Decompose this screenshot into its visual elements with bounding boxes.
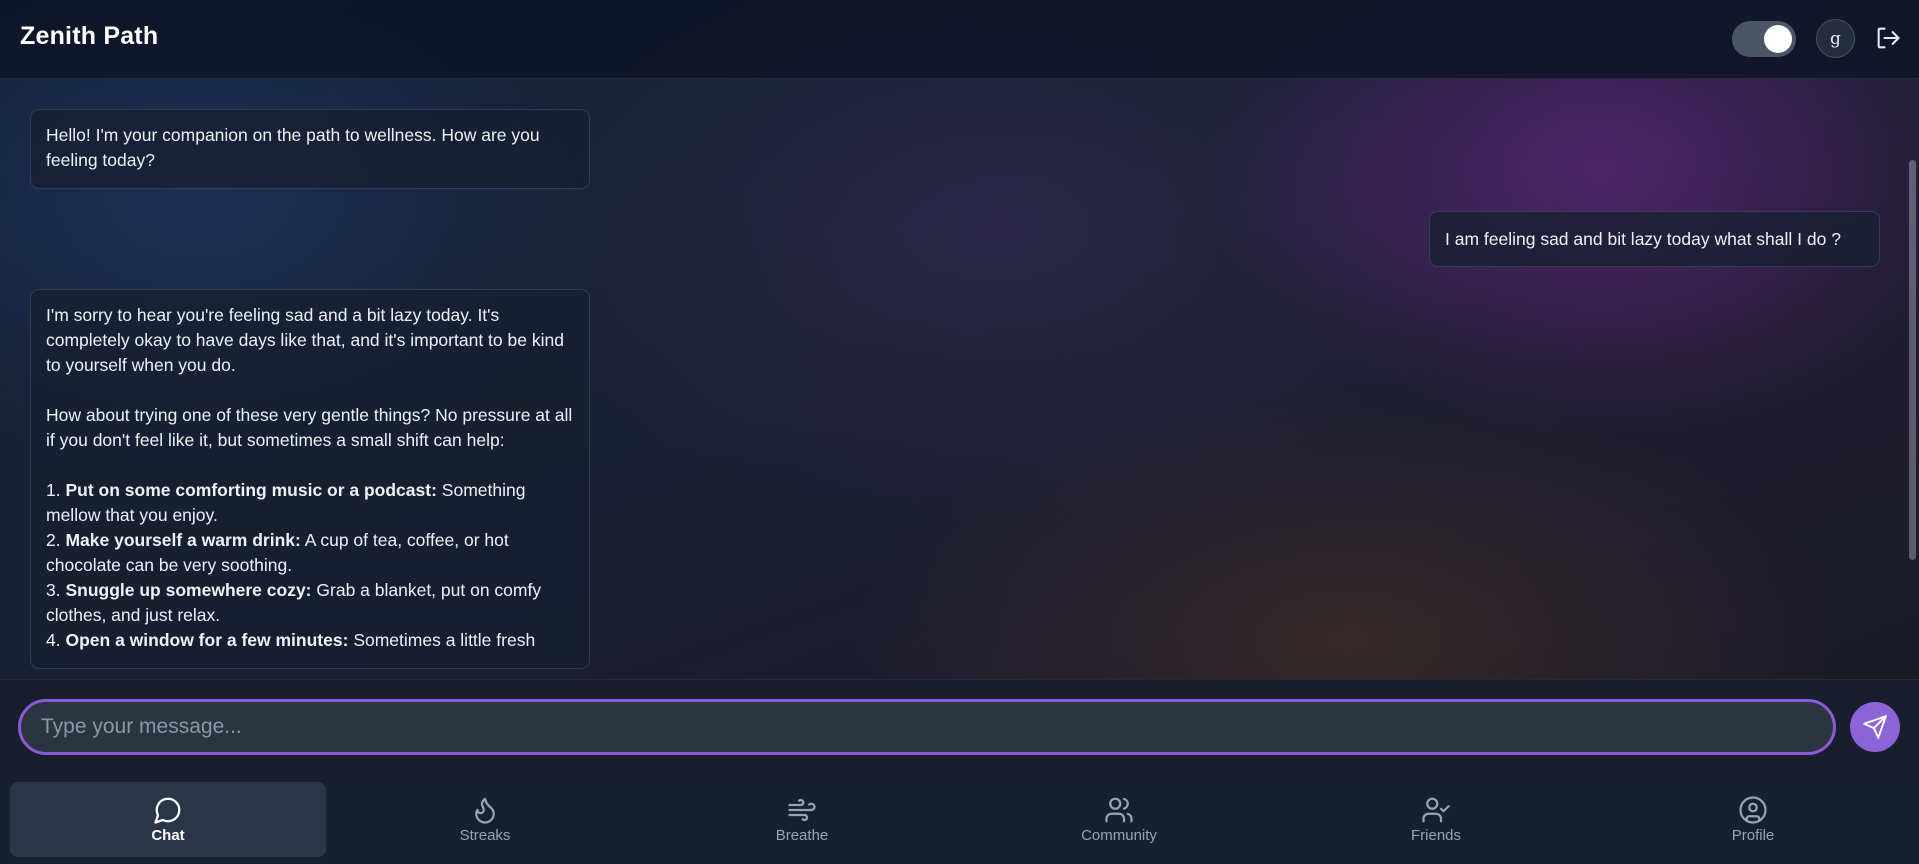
item-title: Open a window for a few minutes:	[65, 630, 349, 650]
item-title: Put on some comforting music or a podcas…	[65, 480, 437, 500]
users-icon	[1105, 797, 1133, 822]
nav-label: Friends	[1410, 826, 1462, 844]
list-item: 2. Make yourself a warm drink: A cup of …	[46, 528, 574, 578]
list-item: 4. Open a window for a few minutes: Some…	[46, 628, 574, 653]
chat-bubble-icon	[154, 797, 181, 824]
chat-area[interactable]: Hello! I'm your companion on the path to…	[0, 79, 1919, 679]
user-message: I am feeling sad and bit lazy today what…	[1429, 211, 1880, 267]
theme-toggle[interactable]	[1732, 21, 1796, 57]
user-check-icon	[1422, 797, 1450, 822]
nav-label: Streaks	[459, 826, 511, 844]
message-paragraph: I'm sorry to hear you're feeling sad and…	[46, 305, 564, 375]
message-text: Hello! I'm your companion on the path to…	[46, 125, 540, 170]
assistant-message: Hello! I'm your companion on the path to…	[30, 109, 590, 189]
nav-label: Profile	[1731, 826, 1775, 844]
send-icon	[1863, 715, 1887, 739]
item-number: 2.	[46, 530, 61, 550]
nav-chat[interactable]: Chat	[10, 782, 326, 857]
nav-label: Chat	[151, 826, 185, 844]
message-paragraph: How about trying one of these very gentl…	[46, 405, 573, 450]
nav-friends[interactable]: Friends	[1278, 782, 1594, 857]
flame-icon	[475, 797, 495, 824]
bottom-nav: Chat Streaks Breathe Community Friends P…	[0, 773, 1919, 864]
nav-label: Community	[1081, 826, 1157, 844]
avatar[interactable]: g	[1816, 19, 1855, 58]
user-circle-icon	[1739, 795, 1767, 824]
item-title: Make yourself a warm drink:	[65, 530, 301, 550]
assistant-message: I'm sorry to hear you're feeling sad and…	[30, 289, 590, 669]
list-item: 3. Snuggle up somewhere cozy: Grab a bla…	[46, 578, 574, 628]
message-text: I am feeling sad and bit lazy today what…	[1445, 228, 1841, 249]
toggle-knob	[1764, 25, 1792, 53]
nav-breathe[interactable]: Breathe	[644, 782, 960, 857]
item-number: 1.	[46, 480, 61, 500]
nav-community[interactable]: Community	[961, 782, 1277, 857]
top-bar: Zenith Path g	[0, 0, 1919, 79]
item-number: 4.	[46, 630, 61, 650]
app-root: Zenith Path g Hello! I'm your companion …	[0, 0, 1919, 864]
logout-icon[interactable]	[1874, 24, 1902, 52]
chat-scrollbar[interactable]	[1909, 160, 1916, 560]
send-button[interactable]	[1850, 702, 1900, 752]
message-input[interactable]	[18, 699, 1836, 755]
item-number: 3.	[46, 580, 61, 600]
nav-label: Breathe	[775, 826, 829, 844]
nav-streaks[interactable]: Streaks	[327, 782, 643, 857]
list-item: 1. Put on some comforting music or a pod…	[46, 478, 574, 528]
item-title: Snuggle up somewhere cozy:	[65, 580, 312, 600]
suggestion-list: 1. Put on some comforting music or a pod…	[46, 478, 574, 653]
app-title: Zenith Path	[20, 22, 159, 50]
item-text: Sometimes a little fresh	[353, 630, 536, 650]
nav-profile[interactable]: Profile	[1595, 782, 1911, 857]
wind-icon	[788, 798, 816, 821]
message-composer	[0, 679, 1919, 773]
